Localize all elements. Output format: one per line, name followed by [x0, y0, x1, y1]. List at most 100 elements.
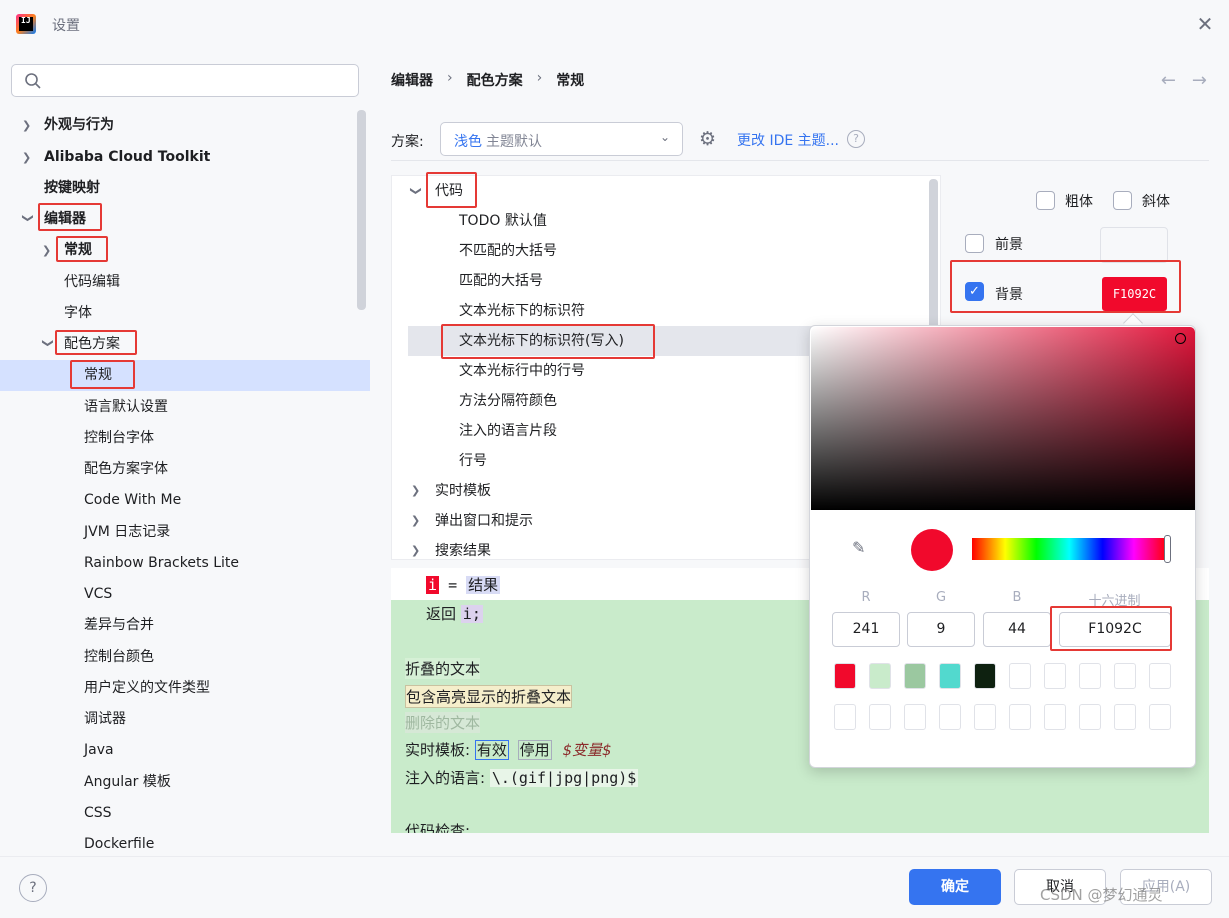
- sidebar-item-rainbow-brackets[interactable]: Rainbow Brackets Lite: [0, 548, 370, 579]
- preview-line-2: 返回 i;: [426, 605, 483, 623]
- chevron-right-icon: ❯: [22, 151, 32, 164]
- saturation-area[interactable]: [811, 327, 1195, 510]
- sidebar-item-code-editing[interactable]: 代码编辑: [0, 267, 370, 298]
- preview-inspection: 代码检查:: [405, 822, 471, 833]
- sidebar-item-jvm-logging[interactable]: JVM 日志记录: [0, 517, 370, 548]
- scheme-hint: 主题默认: [486, 134, 542, 150]
- foreground-checkbox[interactable]: [965, 234, 984, 253]
- empty-color-chip[interactable]: [1149, 663, 1171, 689]
- empty-color-chip[interactable]: [939, 704, 961, 730]
- empty-color-chip[interactable]: [869, 704, 891, 730]
- empty-color-chip[interactable]: [1114, 704, 1136, 730]
- close-icon[interactable]: ✕: [1195, 14, 1215, 34]
- sidebar-item-scheme-font[interactable]: 配色方案字体: [0, 454, 370, 485]
- help-icon[interactable]: ?: [19, 874, 47, 902]
- empty-color-chip[interactable]: [1044, 663, 1066, 689]
- color-picker-popup: ✎ R G B 十六进制 241 9 44 F1092C: [809, 325, 1196, 768]
- empty-color-chip[interactable]: [1009, 704, 1031, 730]
- chevron-right-icon: ›: [536, 70, 543, 86]
- breadcrumb-editor[interactable]: 编辑器: [391, 70, 433, 90]
- bold-label: 粗体: [1065, 194, 1093, 210]
- sidebar-item-alibaba[interactable]: ❯ Alibaba Cloud Toolkit: [0, 142, 370, 173]
- foreground-color-swatch[interactable]: [1100, 227, 1168, 263]
- preview-deleted-text: 删除的文本: [405, 712, 481, 733]
- sidebar-item-java[interactable]: Java: [0, 735, 370, 766]
- recent-color-chip[interactable]: [904, 663, 926, 689]
- settings-sidebar: ❯ 外观与行为 ❯ Alibaba Cloud Toolkit 按键映射 ❯ 编…: [0, 50, 371, 856]
- chevron-right-icon: ❯: [411, 544, 421, 557]
- scheme-value: 浅色: [454, 134, 482, 150]
- preview-line-1: i = 结果: [426, 576, 501, 594]
- recent-color-chip[interactable]: [869, 663, 891, 689]
- sidebar-item-font[interactable]: 字体: [0, 298, 370, 329]
- annotation-box: [950, 260, 1181, 313]
- scheme-label: 方案:: [391, 134, 424, 150]
- annotation-box: [441, 324, 655, 359]
- sidebar-item-diff-merge[interactable]: 差异与合并: [0, 610, 370, 641]
- gear-icon[interactable]: ⚙: [699, 129, 719, 149]
- breadcrumb-general: 常规: [556, 73, 585, 89]
- annotation-box: [38, 203, 102, 231]
- sidebar-item-code-with-me[interactable]: Code With Me: [0, 485, 370, 516]
- recent-color-chip[interactable]: [939, 663, 961, 689]
- saturation-handle[interactable]: [1175, 333, 1186, 344]
- empty-color-chip[interactable]: [974, 704, 996, 730]
- empty-color-chip[interactable]: [1114, 663, 1136, 689]
- hue-handle[interactable]: [1164, 535, 1171, 563]
- b-field[interactable]: 44: [983, 612, 1051, 647]
- intellij-logo-icon: IJ: [16, 14, 36, 34]
- settings-search-input[interactable]: [11, 64, 359, 97]
- sidebar-item-debugger[interactable]: 调试器: [0, 704, 370, 735]
- sidebar-item-user-file-types[interactable]: 用户定义的文件类型: [0, 673, 370, 704]
- g-field[interactable]: 9: [907, 612, 975, 647]
- window-title: 设置: [52, 18, 80, 34]
- sidebar-item-angular[interactable]: Angular 模板: [0, 767, 370, 798]
- recent-color-chip[interactable]: [834, 663, 856, 689]
- eyedropper-icon[interactable]: ✎: [852, 538, 872, 558]
- empty-color-chip[interactable]: [1079, 704, 1101, 730]
- sidebar-item-appearance[interactable]: ❯ 外观与行为: [0, 110, 370, 141]
- scheme-dropdown[interactable]: 浅色 主题默认 ⌄: [440, 122, 683, 156]
- sidebar-item-scheme-general[interactable]: 常规: [0, 360, 370, 391]
- foreground-label: 前景: [995, 237, 1023, 253]
- empty-color-chip[interactable]: [1079, 663, 1101, 689]
- annotation-box: [56, 236, 108, 262]
- empty-color-chip[interactable]: [1149, 704, 1171, 730]
- help-icon[interactable]: ?: [847, 130, 865, 148]
- tree-item-matched-brace[interactable]: 匹配的大括号: [392, 266, 929, 296]
- change-ide-theme-link[interactable]: 更改 IDE 主题...: [737, 130, 839, 150]
- annotation-box: [55, 330, 137, 355]
- sidebar-item-vcs[interactable]: VCS: [0, 579, 370, 610]
- breadcrumb-color-scheme[interactable]: 配色方案: [467, 70, 523, 90]
- back-arrow-icon[interactable]: ←: [1161, 70, 1176, 91]
- chevron-down-icon: ⌄: [659, 130, 670, 144]
- chevron-right-icon: ❯: [42, 244, 52, 257]
- sidebar-item-dockerfile[interactable]: Dockerfile: [0, 829, 370, 856]
- sidebar-item-keymap[interactable]: 按键映射: [0, 173, 370, 204]
- tree-item-unmatched-brace[interactable]: 不匹配的大括号: [392, 236, 929, 266]
- csdn-watermark: CSDN @梦幻通灵: [1040, 886, 1163, 904]
- empty-color-chip[interactable]: [1009, 663, 1031, 689]
- hue-slider[interactable]: [972, 538, 1167, 560]
- italic-checkbox[interactable]: [1113, 191, 1132, 210]
- recent-color-chip[interactable]: [974, 663, 996, 689]
- b-label: B: [1012, 590, 1022, 605]
- empty-color-chip[interactable]: [904, 704, 926, 730]
- sidebar-item-language-defaults[interactable]: 语言默认设置: [0, 392, 370, 423]
- r-field[interactable]: 241: [832, 612, 900, 647]
- bold-checkbox[interactable]: [1036, 191, 1055, 210]
- tree-item-todo[interactable]: TODO 默认值: [392, 206, 929, 236]
- empty-color-chip[interactable]: [834, 704, 856, 730]
- ok-button[interactable]: 确定: [909, 869, 1001, 905]
- preview-live-template: 实时模板: 有效 停用 $变量$: [405, 740, 612, 760]
- empty-color-chip[interactable]: [1044, 704, 1066, 730]
- sidebar-item-css[interactable]: CSS: [0, 798, 370, 829]
- sidebar-item-console-colors[interactable]: 控制台颜色: [0, 642, 370, 673]
- italic-label: 斜体: [1142, 194, 1170, 210]
- r-label: R: [861, 590, 871, 605]
- sidebar-item-console-font[interactable]: 控制台字体: [0, 423, 370, 454]
- tree-item-identifier-under-caret[interactable]: 文本光标下的标识符: [392, 296, 929, 326]
- annotation-box: [70, 360, 135, 389]
- dialog-footer: ? 确定 取消 应用(A) CSDN @梦幻通灵: [0, 856, 1229, 918]
- forward-arrow-icon[interactable]: →: [1192, 70, 1207, 91]
